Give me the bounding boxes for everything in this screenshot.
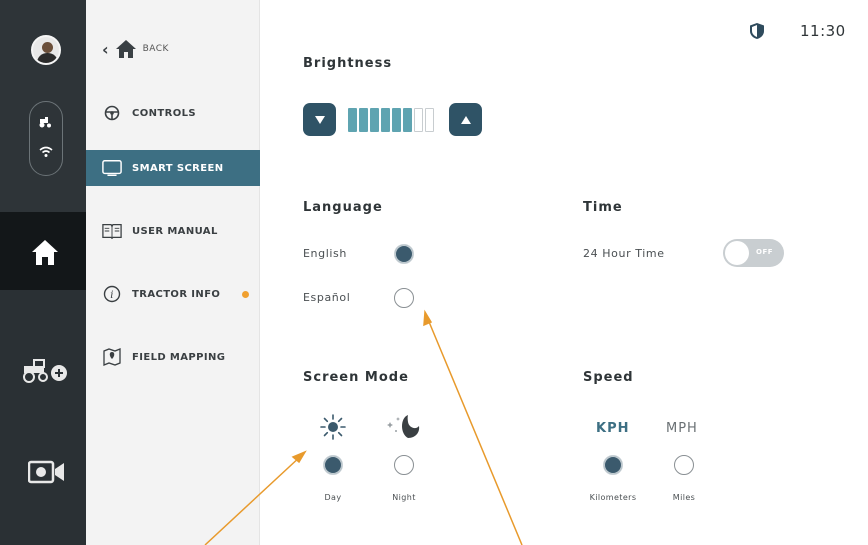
brightness-segment xyxy=(414,108,423,132)
settings-menu: ‹ BACK CONTROLS SMART SCREEN USER MANUAL xyxy=(86,0,260,545)
menu-item-label: FIELD MAPPING xyxy=(132,351,226,363)
screen-mode-day-label: Day xyxy=(324,493,342,502)
chevron-left-icon: ‹ xyxy=(102,39,109,59)
clock: 11:30 xyxy=(800,22,846,40)
time-heading: Time xyxy=(583,200,623,215)
connection-status xyxy=(29,101,63,176)
screen-mode-heading: Screen Mode xyxy=(303,370,409,385)
menu-item-controls[interactable]: CONTROLS xyxy=(86,95,260,131)
screen-mode-night-label: Night xyxy=(392,493,416,502)
menu-item-tractor-info[interactable]: i TRACTOR INFO xyxy=(86,276,260,312)
notification-dot xyxy=(242,290,250,298)
language-radio-espanol[interactable] xyxy=(394,288,414,308)
home-icon xyxy=(32,240,58,265)
tractor-status-icon xyxy=(30,116,62,131)
back-button[interactable]: ‹ BACK xyxy=(102,38,169,60)
avatar[interactable] xyxy=(31,35,61,65)
language-option-english-label: English xyxy=(303,247,347,260)
screen-mode-radio-night[interactable] xyxy=(394,455,414,475)
book-icon xyxy=(102,221,122,241)
24-hour-time-toggle[interactable]: OFF xyxy=(723,239,784,267)
shield-icon xyxy=(750,23,764,39)
annotation-arrow-espanol xyxy=(426,316,523,545)
back-label: BACK xyxy=(142,44,169,54)
speed-miles-label: Miles xyxy=(672,493,696,502)
menu-item-label: USER MANUAL xyxy=(132,225,218,237)
brightness-up-button[interactable] xyxy=(449,103,482,136)
menu-item-label: SMART SCREEN xyxy=(132,162,224,174)
triangle-up-icon xyxy=(460,115,471,124)
steering-wheel-icon xyxy=(102,103,122,123)
svg-text:i: i xyxy=(110,290,113,301)
menu-item-label: TRACTOR INFO xyxy=(132,288,221,300)
nav-rail xyxy=(0,0,86,545)
brightness-down-button[interactable] xyxy=(303,103,336,136)
menu-item-smart-screen[interactable]: SMART SCREEN xyxy=(86,150,260,186)
monitor-icon xyxy=(102,158,122,178)
tractor-add-icon[interactable] xyxy=(22,358,68,384)
toggle-knob xyxy=(725,241,749,265)
brightness-segment xyxy=(359,108,368,132)
speed-radio-kph[interactable] xyxy=(603,455,623,475)
brightness-heading: Brightness xyxy=(303,56,393,71)
menu-item-field-mapping[interactable]: FIELD MAPPING xyxy=(86,339,260,375)
smart-screen-settings: ‹ BACK CONTROLS SMART SCREEN USER MANUAL xyxy=(0,0,868,545)
24-hour-time-label: 24 Hour Time xyxy=(583,247,665,260)
arrowhead xyxy=(423,309,433,327)
moon-icon xyxy=(387,415,420,438)
info-icon: i xyxy=(102,284,122,304)
home-small-icon xyxy=(115,40,136,58)
speed-kilometers-label: Kilometers xyxy=(589,493,637,502)
language-option-espanol-label: Español xyxy=(303,291,351,304)
speed-unit-mph: MPH xyxy=(666,421,698,436)
arrowhead xyxy=(291,450,307,464)
speed-radio-mph[interactable] xyxy=(674,455,694,475)
map-pin-icon xyxy=(102,347,122,367)
screen-mode-radio-day[interactable] xyxy=(323,455,343,475)
brightness-segment xyxy=(392,108,401,132)
brightness-segment xyxy=(348,108,357,132)
menu-item-label: CONTROLS xyxy=(132,107,197,119)
sun-icon xyxy=(320,414,346,440)
speed-heading: Speed xyxy=(583,370,634,385)
speed-unit-kph: KPH xyxy=(596,421,630,436)
wifi-icon xyxy=(30,146,62,161)
language-heading: Language xyxy=(303,200,383,215)
menu-item-user-manual[interactable]: USER MANUAL xyxy=(86,213,260,249)
language-radio-english[interactable] xyxy=(394,244,414,264)
brightness-segment xyxy=(403,108,412,132)
brightness-segment xyxy=(425,108,434,132)
brightness-segment xyxy=(381,108,390,132)
toggle-state-text: OFF xyxy=(756,248,774,256)
camera-icon[interactable] xyxy=(28,459,66,485)
brightness-segment xyxy=(370,108,379,132)
triangle-down-icon xyxy=(314,115,325,124)
